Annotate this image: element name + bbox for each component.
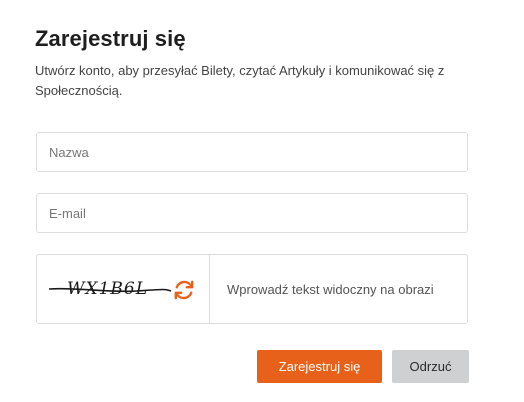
captcha-image: WX1B6L	[47, 277, 173, 303]
captcha-input[interactable]	[210, 255, 467, 323]
register-dialog: Zarejestruj się Utwórz konto, aby przesy…	[0, 0, 524, 402]
captcha-refresh-button[interactable]	[171, 277, 197, 303]
captcha-image-panel: WX1B6L	[37, 255, 210, 323]
captcha-strike-line	[48, 287, 172, 293]
dialog-title: Zarejestruj się	[35, 26, 186, 51]
email-field[interactable]	[36, 193, 468, 233]
refresh-icon	[174, 280, 194, 300]
captcha-box: WX1B6L	[36, 254, 468, 324]
dialog-subtitle: Utwórz konto, aby przesyłać Bilety, czyt…	[35, 63, 445, 98]
name-field[interactable]	[36, 132, 468, 172]
register-button[interactable]: Zarejestruj się	[257, 350, 382, 383]
cancel-button[interactable]: Odrzuć	[392, 350, 469, 383]
